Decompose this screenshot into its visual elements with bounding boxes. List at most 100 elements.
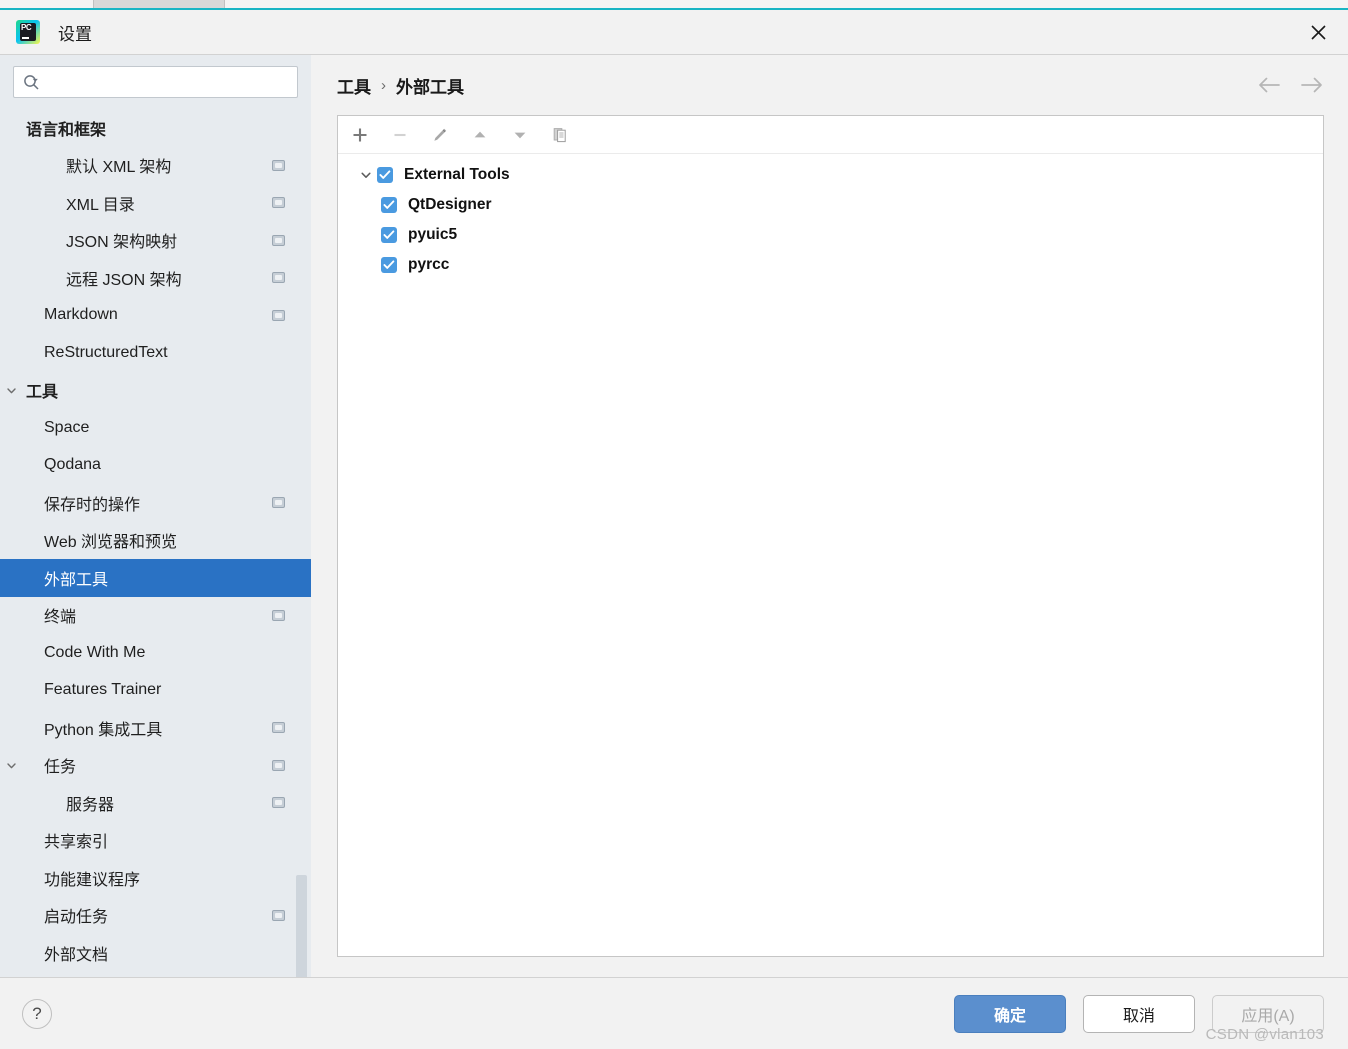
tool-checkbox[interactable] bbox=[381, 257, 397, 273]
external-tools-panel: External Tools QtDesigner pyuic5 pyrcc bbox=[337, 115, 1324, 957]
sidebar-scrollbar[interactable] bbox=[296, 875, 307, 977]
help-button[interactable]: ? bbox=[22, 998, 52, 1029]
copy-button[interactable] bbox=[549, 124, 571, 146]
sidebar-item-3[interactable]: JSON 架构映射 bbox=[0, 222, 311, 260]
plus-icon bbox=[353, 128, 367, 141]
sidebar-item-label: ReStructuredText bbox=[44, 343, 168, 361]
sidebar-item-15[interactable]: Features Trainer bbox=[0, 672, 311, 710]
sidebar-item-label: Features Trainer bbox=[44, 681, 162, 699]
sidebar-item-label: JSON 架构映射 bbox=[66, 234, 178, 252]
sidebar-item-2[interactable]: XML 目录 bbox=[0, 184, 311, 222]
footer-buttons: 确定 取消 应用(A) bbox=[954, 994, 1324, 1033]
sidebar-item-0[interactable]: 语言和框架 bbox=[0, 109, 311, 147]
sidebar-item-6[interactable]: ReStructuredText bbox=[0, 334, 311, 372]
sidebar-item-label: Markdown bbox=[44, 306, 118, 324]
settings-dialog: PC 设置 语言和框架 默认 XML 架构 XML 目录 JSON 架构映射 远… bbox=[0, 10, 1348, 1049]
sidebar-item-label: 保存时的操作 bbox=[44, 496, 141, 514]
tools-toolbar bbox=[338, 116, 1323, 154]
sidebar-item-label: 服务器 bbox=[66, 796, 115, 814]
sidebar-item-label: 外部工具 bbox=[44, 571, 109, 589]
tool-tree-row[interactable]: QtDesigner bbox=[354, 190, 1323, 220]
tool-checkbox[interactable] bbox=[377, 167, 393, 183]
tool-tree-row[interactable]: External Tools bbox=[354, 160, 1323, 190]
triangle-down-icon bbox=[514, 132, 526, 138]
sidebar-item-22[interactable]: 外部文档 bbox=[0, 934, 311, 972]
background-editor-tab bbox=[93, 0, 225, 8]
sidebar-item-19[interactable]: 共享索引 bbox=[0, 822, 311, 860]
edit-button[interactable] bbox=[429, 124, 451, 146]
sidebar-item-label: Code With Me bbox=[44, 643, 146, 661]
chevron-down-icon[interactable] bbox=[0, 384, 22, 397]
project-scope-icon bbox=[272, 309, 285, 321]
sidebar-item-16[interactable]: Python 集成工具 bbox=[0, 709, 311, 747]
breadcrumb-current: 外部工具 bbox=[396, 77, 464, 97]
sidebar-item-label: Qodana bbox=[44, 456, 101, 474]
sidebar-item-label: 任务 bbox=[44, 759, 77, 777]
search-box[interactable] bbox=[13, 66, 298, 98]
navigation-arrows bbox=[1257, 76, 1324, 94]
sidebar-item-14[interactable]: Code With Me bbox=[0, 634, 311, 672]
project-scope-icon bbox=[272, 197, 285, 209]
tool-label: QtDesigner bbox=[408, 196, 492, 213]
cancel-button[interactable]: 取消 bbox=[1083, 994, 1195, 1033]
project-scope-icon bbox=[272, 234, 285, 246]
sidebar-item-label: 工具 bbox=[26, 384, 59, 402]
pycharm-logo-icon: PC bbox=[16, 20, 40, 44]
sidebar-item-21[interactable]: 启动任务 bbox=[0, 897, 311, 935]
ok-button[interactable]: 确定 bbox=[954, 994, 1066, 1033]
sidebar-item-label: Space bbox=[44, 418, 90, 436]
search-input[interactable] bbox=[46, 74, 288, 90]
chevron-down-icon[interactable] bbox=[354, 168, 377, 182]
sidebar-item-8[interactable]: Space bbox=[0, 409, 311, 447]
breadcrumb: 工具 › 外部工具 bbox=[337, 55, 1324, 115]
sidebar-item-20[interactable]: 功能建议程序 bbox=[0, 859, 311, 897]
page-title: 设置 bbox=[58, 24, 92, 44]
tool-checkbox[interactable] bbox=[381, 227, 397, 243]
dialog-footer: ? 确定 取消 应用(A) CSDN @vlan103 bbox=[0, 977, 1348, 1049]
sidebar-item-13[interactable]: 终端 bbox=[0, 597, 311, 635]
sidebar-item-4[interactable]: 远程 JSON 架构 bbox=[0, 259, 311, 297]
settings-content: 工具 › 外部工具 External Tools QtDesigner pyui… bbox=[311, 55, 1348, 977]
sidebar-item-7[interactable]: 工具 bbox=[0, 372, 311, 410]
pencil-icon bbox=[434, 128, 447, 141]
project-scope-icon bbox=[272, 272, 285, 284]
apply-button[interactable]: 应用(A) bbox=[1212, 994, 1324, 1033]
move-up-button[interactable] bbox=[469, 124, 491, 146]
sidebar-item-9[interactable]: Qodana bbox=[0, 447, 311, 485]
sidebar-item-1[interactable]: 默认 XML 架构 bbox=[0, 147, 311, 185]
sidebar-item-12[interactable]: 外部工具 bbox=[0, 559, 311, 597]
tool-checkbox[interactable] bbox=[381, 197, 397, 213]
arrow-right-icon[interactable] bbox=[1299, 76, 1324, 94]
sidebar-item-label: 远程 JSON 架构 bbox=[66, 271, 182, 289]
settings-tree: 语言和框架默认 XML 架构 XML 目录 JSON 架构映射 远程 JSON 架构 M… bbox=[0, 107, 311, 977]
add-button[interactable] bbox=[349, 124, 371, 146]
search-container bbox=[0, 55, 311, 107]
remove-button[interactable] bbox=[389, 124, 411, 146]
chevron-down-icon[interactable] bbox=[0, 759, 22, 772]
tool-label: External Tools bbox=[404, 166, 510, 183]
sidebar-item-5[interactable]: Markdown bbox=[0, 297, 311, 335]
sidebar-item-18[interactable]: 服务器 bbox=[0, 784, 311, 822]
breadcrumb-parent[interactable]: 工具 bbox=[337, 73, 371, 98]
sidebar-item-10[interactable]: 保存时的操作 bbox=[0, 484, 311, 522]
move-down-button[interactable] bbox=[509, 124, 531, 146]
sidebar-item-label: 默认 XML 架构 bbox=[66, 159, 172, 177]
close-icon[interactable] bbox=[1296, 14, 1340, 50]
project-scope-icon bbox=[272, 497, 285, 509]
sidebar-item-17[interactable]: 任务 bbox=[0, 747, 311, 785]
sidebar-item-label: XML 目录 bbox=[66, 196, 135, 214]
sidebar-item-label: 共享索引 bbox=[44, 834, 109, 852]
sidebar-item-11[interactable]: Web 浏览器和预览 bbox=[0, 522, 311, 560]
tool-tree-row[interactable]: pyrcc bbox=[354, 250, 1323, 280]
triangle-up-icon bbox=[474, 131, 486, 137]
dialog-body: 语言和框架默认 XML 架构 XML 目录 JSON 架构映射 远程 JSON 架构 M… bbox=[0, 55, 1348, 977]
sidebar-item-label: 语言和框架 bbox=[26, 121, 107, 139]
tool-label: pyuic5 bbox=[408, 226, 458, 243]
arrow-left-icon[interactable] bbox=[1257, 76, 1282, 94]
check-icon bbox=[383, 200, 395, 209]
tool-tree-row[interactable]: pyuic5 bbox=[354, 220, 1323, 250]
project-scope-icon bbox=[272, 797, 285, 809]
sidebar-item-label: 启动任务 bbox=[44, 909, 109, 927]
search-icon bbox=[24, 74, 39, 90]
sidebar-item-label: Python 集成工具 bbox=[44, 721, 163, 739]
